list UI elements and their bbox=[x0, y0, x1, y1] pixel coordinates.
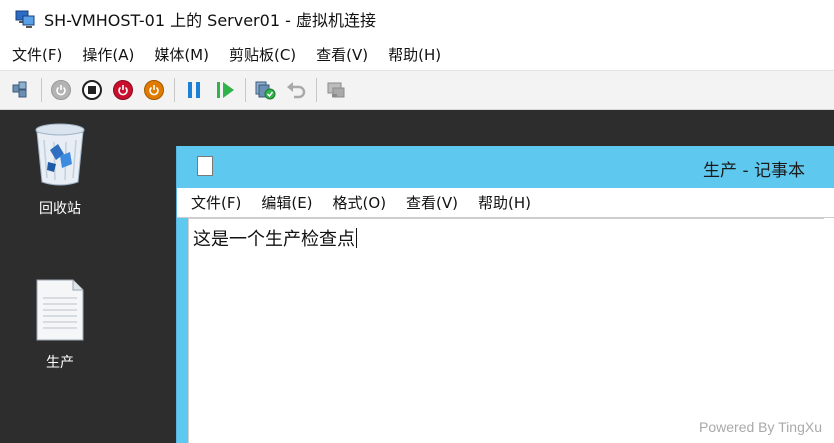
menu-clipboard[interactable]: 剪贴板(C) bbox=[229, 44, 296, 65]
pause-icon[interactable] bbox=[181, 77, 207, 103]
toolbar bbox=[0, 70, 834, 110]
resume-icon[interactable] bbox=[212, 77, 238, 103]
notepad-window: 生产 - 记事本 文件(F) 编辑(E) 格式(O) 查看(V) 帮助(H) 这… bbox=[176, 146, 834, 443]
vm-console[interactable]: 回收站 生产 生产 - 记事本 文件(F) 编辑(E) 格式(O) 查看(V) … bbox=[0, 110, 834, 443]
notepad-menu-bar: 文件(F) 编辑(E) 格式(O) 查看(V) 帮助(H) bbox=[177, 188, 834, 218]
menu-view[interactable]: 查看(V) bbox=[316, 44, 368, 65]
recycle-bin-icon bbox=[32, 120, 88, 192]
notepad-title: 生产 - 记事本 bbox=[703, 161, 805, 181]
watermark: Powered By TingXu bbox=[699, 419, 822, 435]
shutdown-icon[interactable] bbox=[110, 77, 136, 103]
notepad-title-bar[interactable]: 生产 - 记事本 bbox=[177, 146, 834, 188]
menu-action[interactable]: 操作(A) bbox=[82, 44, 134, 65]
notepad-text-area[interactable]: 这是一个生产检查点 bbox=[188, 218, 824, 443]
notepad-menu-view[interactable]: 查看(V) bbox=[406, 192, 458, 213]
revert-icon[interactable] bbox=[283, 77, 309, 103]
start-icon[interactable] bbox=[48, 77, 74, 103]
window-title: SH-VMHOST-01 上的 Server01 - 虚拟机连接 bbox=[44, 11, 376, 30]
enhanced-session-icon[interactable] bbox=[323, 77, 349, 103]
desktop-icon-text-file[interactable]: 生产 bbox=[10, 278, 110, 372]
menu-media[interactable]: 媒体(M) bbox=[154, 44, 209, 65]
desktop-icon-recycle-bin[interactable]: 回收站 bbox=[10, 120, 110, 218]
toolbar-separator bbox=[41, 78, 42, 102]
vm-connection-icon bbox=[14, 8, 36, 30]
menu-bar: 文件(F) 操作(A) 媒体(M) 剪贴板(C) 查看(V) 帮助(H) bbox=[0, 40, 834, 68]
toolbar-separator bbox=[245, 78, 246, 102]
menu-help[interactable]: 帮助(H) bbox=[388, 44, 441, 65]
notepad-frame bbox=[177, 218, 188, 443]
power-save-icon[interactable] bbox=[141, 77, 167, 103]
notepad-menu-help[interactable]: 帮助(H) bbox=[478, 192, 531, 213]
toolbar-separator bbox=[316, 78, 317, 102]
turn-off-icon[interactable] bbox=[79, 77, 105, 103]
title-bar: SH-VMHOST-01 上的 Server01 - 虚拟机连接 bbox=[0, 0, 834, 38]
desktop-icon-label: 回收站 bbox=[39, 201, 81, 217]
notepad-text: 这是一个生产检查点 bbox=[193, 229, 355, 250]
ctrl-alt-del-icon[interactable] bbox=[8, 77, 34, 103]
text-caret bbox=[356, 228, 357, 248]
checkpoint-icon[interactable] bbox=[252, 77, 278, 103]
notepad-icon bbox=[197, 156, 213, 176]
notepad-menu-edit[interactable]: 编辑(E) bbox=[261, 192, 312, 213]
notepad-menu-file[interactable]: 文件(F) bbox=[191, 192, 241, 213]
menu-file[interactable]: 文件(F) bbox=[12, 44, 62, 65]
notepad-menu-format[interactable]: 格式(O) bbox=[333, 192, 387, 213]
text-file-icon bbox=[35, 278, 85, 346]
toolbar-separator bbox=[174, 78, 175, 102]
desktop-icon-label: 生产 bbox=[46, 355, 74, 371]
